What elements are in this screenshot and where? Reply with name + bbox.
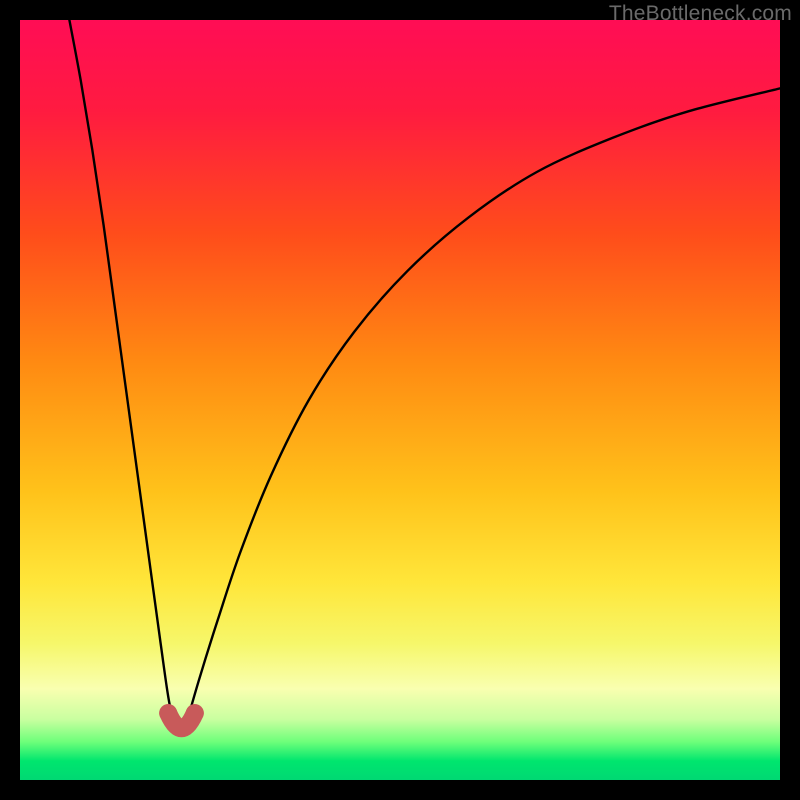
plot-area bbox=[20, 20, 780, 780]
plot-svg bbox=[20, 20, 780, 780]
gradient-background bbox=[20, 20, 780, 780]
watermark-text: TheBottleneck.com bbox=[609, 2, 792, 26]
outer-frame: TheBottleneck.com bbox=[0, 0, 800, 800]
